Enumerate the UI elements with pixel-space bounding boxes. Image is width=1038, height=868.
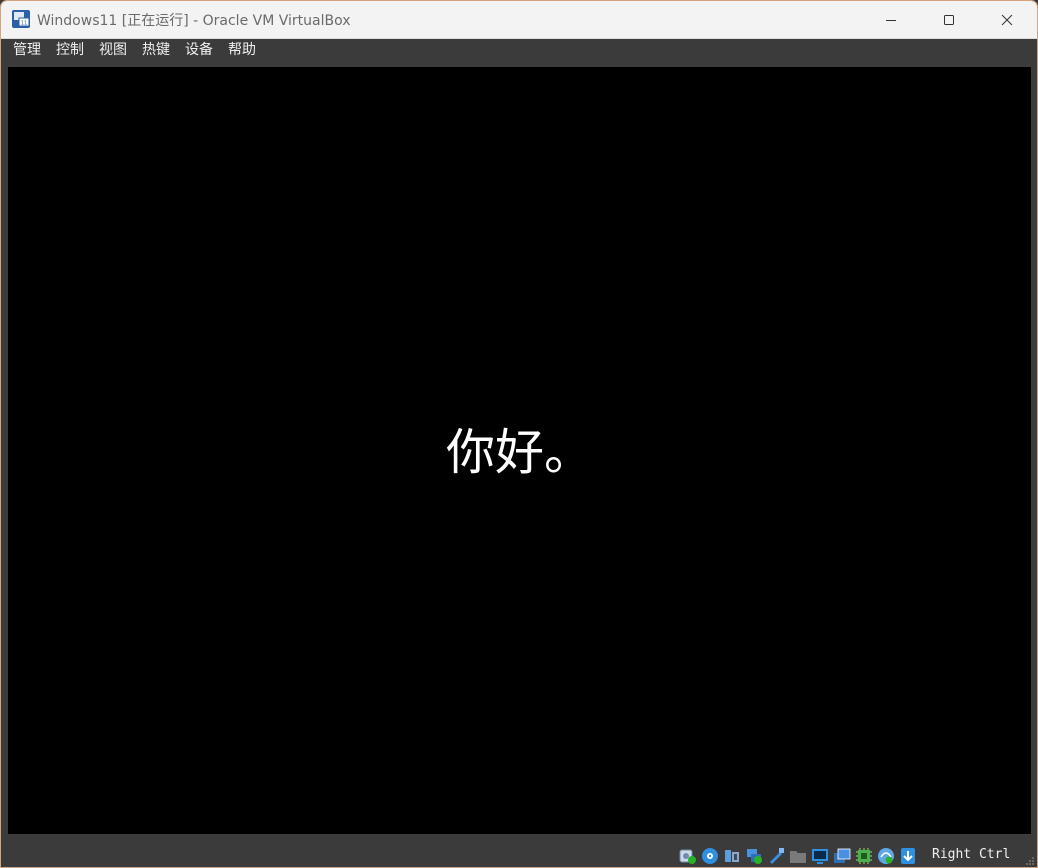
window-title: Windows11 [正在运行] - Oracle VM VirtualBox	[37, 13, 351, 29]
device-indicators	[679, 846, 917, 866]
network-icon[interactable]	[745, 847, 763, 865]
menu-help[interactable]: 帮助	[228, 41, 256, 59]
hard-disk-icon[interactable]	[679, 847, 697, 865]
title-bar[interactable]: 11 Windows11 [正在运行] - Oracle VM VirtualB…	[1, 1, 1037, 39]
close-button[interactable]	[978, 1, 1036, 38]
keyboard-capture-icon[interactable]	[899, 847, 917, 865]
mouse-integration-icon[interactable]	[877, 847, 895, 865]
vm-display[interactable]: 你好。	[8, 67, 1031, 834]
minimize-icon	[886, 19, 896, 21]
display-icon[interactable]	[811, 847, 829, 865]
recording-icon[interactable]	[833, 847, 851, 865]
menu-hotkeys[interactable]: 热键	[142, 41, 170, 59]
optical-drive-icon[interactable]	[701, 847, 719, 865]
usb-icon[interactable]	[767, 847, 785, 865]
audio-icon[interactable]	[723, 847, 741, 865]
maximize-button[interactable]	[920, 1, 978, 38]
close-icon	[1001, 14, 1013, 25]
host-key-label[interactable]: Right Ctrl	[932, 847, 1010, 862]
status-bar: Right Ctrl	[1, 841, 1037, 867]
menu-control[interactable]: 控制	[56, 41, 84, 59]
menu-bar: 管理 控制 视图 热键 设备 帮助	[1, 39, 1037, 61]
maximize-icon	[944, 14, 954, 25]
svg-text:11: 11	[21, 21, 27, 27]
shared-folders-icon[interactable]	[789, 847, 807, 865]
virtualbox-app-icon: 11	[12, 10, 30, 28]
menu-manage[interactable]: 管理	[13, 41, 41, 59]
resize-grip-icon[interactable]	[1025, 856, 1035, 866]
menu-devices[interactable]: 设备	[185, 41, 213, 59]
minimize-button[interactable]	[862, 1, 920, 38]
vm-greeting-text: 你好。	[445, 424, 593, 481]
menu-view[interactable]: 视图	[99, 41, 127, 59]
cpu-icon[interactable]	[855, 847, 873, 865]
virtualbox-window: 11 Windows11 [正在运行] - Oracle VM VirtualB…	[0, 0, 1038, 868]
